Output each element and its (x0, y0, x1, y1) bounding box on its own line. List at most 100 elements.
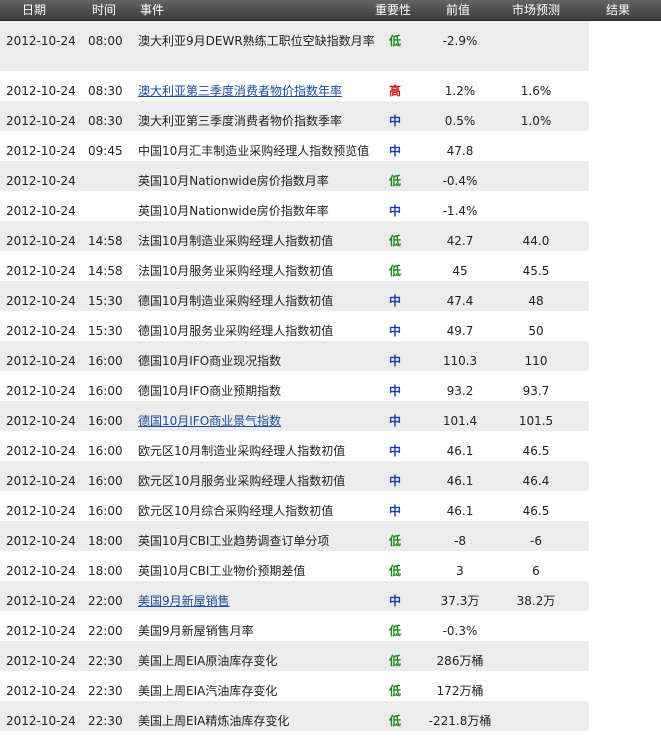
event-cell: 美国上周EIA原油库存变化 (138, 654, 278, 668)
previous-value: 0.5% (444, 114, 476, 128)
date-cell: 2012-10-24 (6, 564, 76, 578)
previous-value: 46.1 (446, 504, 474, 518)
time-cell: 15:30 (88, 294, 123, 308)
forecast-value: 50 (528, 324, 544, 338)
date-cell: 2012-10-24 (6, 234, 76, 248)
importance-badge: 低 (388, 264, 401, 278)
forecast-value: 44.0 (522, 234, 550, 248)
event-link[interactable]: 澳大利亚第三季度消费者物价指数年率 (138, 81, 378, 101)
importance-badge: 低 (388, 534, 401, 548)
forecast-value: 93.7 (522, 384, 550, 398)
event-cell: 英国10月Nationwide房价指数年率 (138, 204, 329, 218)
result-cell (589, 521, 661, 551)
event-cell: 法国10月服务业采购经理人指数初值 (138, 264, 334, 278)
result-cell (589, 701, 661, 731)
table-row: 2012-10-24 22:30 美国上周EIA汽油库存变化 低 172万桶 (0, 671, 661, 701)
importance-badge: 低 (388, 174, 401, 188)
forecast-value: 6 (532, 564, 540, 578)
event-cell: 德国10月IFO商业预期指数 (138, 384, 282, 398)
result-cell (589, 611, 661, 641)
date-cell: 2012-10-24 (6, 294, 76, 308)
forecast-value: 46.5 (522, 504, 550, 518)
date-cell: 2012-10-24 (6, 504, 76, 518)
result-cell (589, 21, 661, 71)
event-cell: 美国上周EIA精炼油库存变化 (138, 714, 290, 728)
importance-badge: 中 (388, 384, 401, 398)
forecast-value: -6 (530, 534, 542, 548)
result-cell (589, 281, 661, 311)
time-cell: 22:30 (88, 684, 123, 698)
importance-badge: 中 (388, 324, 401, 338)
date-cell: 2012-10-24 (6, 34, 76, 48)
importance-badge: 中 (388, 354, 401, 368)
previous-value: 37.3万 (440, 594, 480, 608)
result-cell (589, 371, 661, 401)
importance-badge: 低 (388, 684, 401, 698)
result-cell (589, 101, 661, 131)
importance-badge: 高 (388, 84, 401, 98)
previous-value: 47.8 (446, 144, 474, 158)
result-cell (589, 251, 661, 281)
time-cell: 09:45 (88, 144, 123, 158)
time-cell: 22:30 (88, 714, 123, 728)
event-link[interactable]: 美国9月新屋销售 (138, 591, 378, 611)
event-cell: 澳大利亚第三季度消费者物价指数季率 (138, 114, 343, 128)
previous-value: 1.2% (444, 84, 476, 98)
table-row: 2012-10-24 09:45 中国10月汇丰制造业采购经理人指数预览值 中 47.8 (0, 131, 661, 161)
importance-badge: 中 (388, 504, 401, 518)
importance-badge: 中 (388, 294, 401, 308)
table-header: 日期 时间 事件 重要性 前值 市场预测 结果 (0, 0, 661, 21)
importance-badge: 低 (388, 34, 401, 48)
table-row: 2012-10-24 18:00 英国10月CBI工业趋势调查订单分项 低 -8 -6 (0, 521, 661, 551)
date-cell: 2012-10-24 (6, 714, 76, 728)
previous-value: 110.3 (442, 354, 478, 368)
event-cell: 澳大利亚9月DEWR熟练工职位空缺指数月率 (138, 34, 375, 48)
importance-badge: 低 (388, 624, 401, 638)
date-cell: 2012-10-24 (6, 474, 76, 488)
event-cell: 德国10月IFO商业现况指数 (138, 354, 282, 368)
time-cell: 18:00 (88, 534, 123, 548)
result-cell (589, 491, 661, 521)
event-cell: 美国9月新屋销售月率 (138, 624, 254, 638)
table-row: 2012-10-24 15:30 德国10月制造业采购经理人指数初值 中 47.4 48 (0, 281, 661, 311)
importance-badge: 中 (388, 144, 401, 158)
table-row: 2012-10-24 16:00 德国10月IFO商业预期指数 中 93.2 93.7 (0, 371, 661, 401)
result-cell (589, 401, 661, 431)
importance-badge: 低 (388, 654, 401, 668)
date-cell: 2012-10-24 (6, 354, 76, 368)
forecast-value: 46.5 (522, 444, 550, 458)
importance-badge: 低 (388, 564, 401, 578)
previous-value: 286万桶 (436, 654, 484, 668)
time-cell: 16:00 (88, 474, 123, 488)
event-link[interactable]: 德国10月IFO商业景气指数 (138, 411, 378, 431)
forecast-value: 1.0% (520, 114, 552, 128)
date-cell: 2012-10-24 (6, 384, 76, 398)
table-row: 2012-10-24 英国10月Nationwide房价指数年率 中 -1.4% (0, 191, 661, 221)
importance-badge: 中 (388, 414, 401, 428)
table-row: 2012-10-24 08:30 澳大利亚第三季度消费者物价指数季率 中 0.5% 1.0… (0, 101, 661, 131)
table-row: 2012-10-24 22:00 美国9月新屋销售中 37.3万 38.2万 (0, 581, 661, 611)
forecast-value: 101.5 (518, 414, 554, 428)
table-row: 2012-10-24 16:00 欧元区10月综合采购经理人指数初值 中 46.1 46.… (0, 491, 661, 521)
header-result: 结果 (606, 3, 631, 17)
date-cell: 2012-10-24 (6, 444, 76, 458)
event-cell: 欧元区10月综合采购经理人指数初值 (138, 504, 334, 518)
previous-value: -0.3% (442, 624, 478, 638)
time-cell: 22:00 (88, 624, 123, 638)
forecast-value: 1.6% (520, 84, 552, 98)
time-cell: 16:00 (88, 444, 123, 458)
table-row: 2012-10-24 14:58 法国10月服务业采购经理人指数初值 低 45 45.5 (0, 251, 661, 281)
table-row: 2012-10-24 16:00 欧元区10月制造业采购经理人指数初值 中 46.1 46… (0, 431, 661, 461)
economic-calendar: 日期 时间 事件 重要性 前值 市场预测 结果 2012-10-24 08:00 澳… (0, 0, 661, 739)
event-cell: 德国10月制造业采购经理人指数初值 (138, 294, 334, 308)
forecast-value: 38.2万 (516, 594, 556, 608)
forecast-value: 48 (528, 294, 544, 308)
table-row: 2012-10-24 16:00 德国10月IFO商业景气指数中 101.4 101.5 (0, 401, 661, 431)
forecast-value: 110 (524, 354, 548, 368)
header-event: 事件 (140, 3, 165, 17)
table-row: 2012-10-24 22:30 美国上周EIA精炼油库存变化 低 -221.8万桶 (0, 701, 661, 731)
event-cell: 中国10月汇丰制造业采购经理人指数预览值 (138, 144, 370, 158)
event-cell: 欧元区10月服务业采购经理人指数初值 (138, 474, 346, 488)
time-cell: 18:00 (88, 564, 123, 578)
importance-badge: 中 (388, 444, 401, 458)
